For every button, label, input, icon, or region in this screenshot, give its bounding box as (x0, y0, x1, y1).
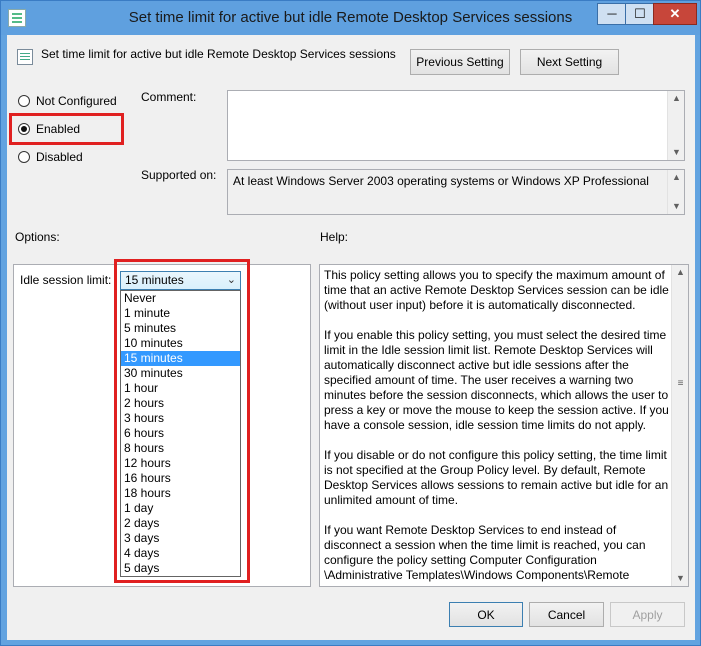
title-bar[interactable]: Set time limit for active but idle Remot… (1, 1, 700, 35)
dialog-window: Set time limit for active but idle Remot… (0, 0, 701, 646)
minimize-button[interactable]: ─ (597, 3, 627, 25)
help-paragraph: If you enable this policy setting, you m… (324, 328, 669, 432)
previous-setting-button[interactable]: Previous Setting (410, 49, 510, 75)
window-title: Set time limit for active but idle Remot… (128, 9, 573, 26)
maximize-button[interactable]: ☐ (625, 3, 655, 25)
help-label: Help: (320, 230, 349, 244)
ok-button[interactable]: OK (449, 602, 523, 627)
enabled-highlight-box (9, 113, 124, 145)
help-paragraph: If you disable or do not configure this … (324, 448, 669, 507)
next-setting-button[interactable]: Next Setting (520, 49, 619, 75)
scroll-up-icon[interactable]: ▲ (672, 265, 688, 280)
idle-session-limit-label: Idle session limit: (20, 273, 112, 287)
not-configured-radio[interactable] (18, 95, 30, 107)
help-paragraph: If you want Remote Desktop Services to e… (324, 523, 646, 582)
supported-on-field: At least Windows Server 2003 operating s… (227, 169, 685, 215)
supported-on-value: At least Windows Server 2003 operating s… (233, 174, 649, 188)
supported-scrollbar[interactable]: ▲ ▼ (667, 170, 684, 214)
comment-label: Comment: (141, 90, 197, 104)
options-label: Options: (15, 230, 60, 244)
scroll-down-icon[interactable]: ▼ (668, 145, 685, 160)
help-panel: This policy setting allows you to specif… (319, 264, 689, 587)
help-paragraph: This policy setting allows you to specif… (324, 268, 669, 312)
scroll-down-icon[interactable]: ▼ (672, 571, 688, 586)
cancel-button[interactable]: Cancel (529, 602, 604, 627)
supported-on-label: Supported on: (141, 168, 217, 182)
setting-icon (17, 49, 33, 65)
scroll-up-icon[interactable]: ▲ (668, 170, 685, 185)
scroll-down-icon[interactable]: ▼ (668, 199, 685, 214)
help-scrollbar[interactable]: ▲ ≡ ▼ (671, 265, 688, 586)
comment-field[interactable]: ▲ ▼ (227, 90, 685, 161)
close-button[interactable]: ✕ (653, 3, 697, 25)
not-configured-label[interactable]: Not Configured (36, 94, 117, 108)
setting-name: Set time limit for active but idle Remot… (41, 47, 396, 61)
comment-scrollbar[interactable]: ▲ ▼ (667, 91, 684, 160)
disabled-label[interactable]: Disabled (36, 150, 83, 164)
dialog-body: Set time limit for active but idle Remot… (7, 35, 695, 640)
dropdown-highlight-box (114, 259, 250, 583)
scroll-up-icon[interactable]: ▲ (668, 91, 685, 106)
scroll-thumb-grip-icon[interactable]: ≡ (672, 378, 688, 389)
apply-button: Apply (610, 602, 685, 627)
help-text: This policy setting allows you to specif… (324, 268, 670, 586)
disabled-radio[interactable] (18, 151, 30, 163)
